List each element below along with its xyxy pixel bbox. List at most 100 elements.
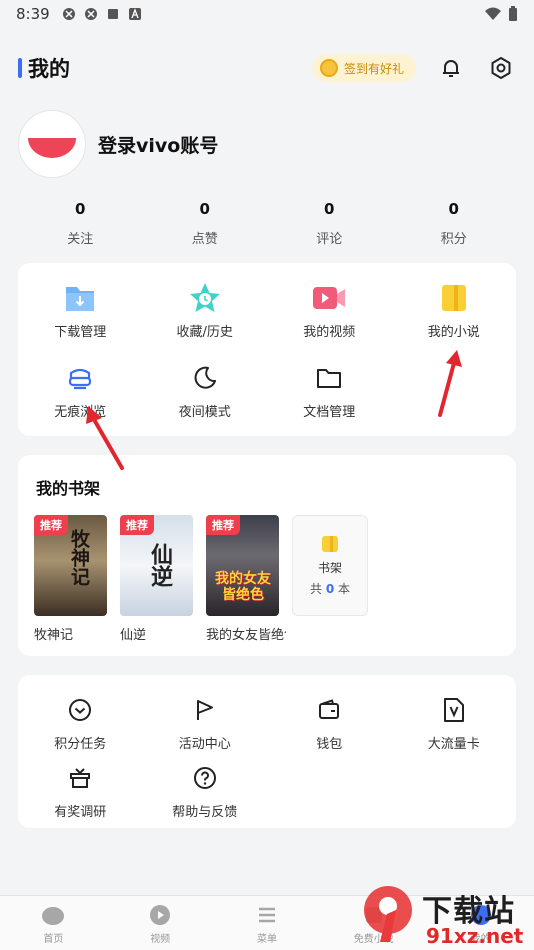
- stat-points[interactable]: 0 积分: [392, 200, 517, 247]
- stat-value: 0: [324, 200, 335, 218]
- download-folder-icon: [63, 281, 97, 315]
- book-item[interactable]: 推荐 仙逆 仙逆: [120, 515, 193, 643]
- book-item[interactable]: 推荐 我的女友皆绝色 我的女友皆绝色: [206, 515, 286, 643]
- book-cover[interactable]: 推荐 我的女友皆绝色: [206, 515, 279, 616]
- book-title: 仙逆: [120, 628, 147, 643]
- coin-icon: [319, 59, 338, 77]
- tool-label: 我的小说: [427, 325, 480, 340]
- gear-icon: [491, 57, 511, 79]
- tool-label: 收藏/历史: [176, 325, 233, 340]
- tool-label: 我的视频: [303, 325, 356, 340]
- book-cover[interactable]: 推荐 牧神记: [34, 515, 107, 616]
- stat-comments[interactable]: 0 评论: [267, 200, 392, 247]
- book-title: 牧神记: [34, 628, 74, 643]
- count-prefix: 共: [309, 581, 322, 596]
- annotation-arrow: [86, 406, 124, 470]
- stat-label: 点赞: [191, 232, 218, 247]
- stat-value: 0: [199, 200, 210, 218]
- notification-a-icon: [128, 8, 141, 20]
- cover-title: 牧神记: [68, 529, 90, 586]
- recommend-tag: 推荐: [34, 515, 68, 535]
- star-history-icon: [188, 281, 222, 315]
- checkin-button[interactable]: 签到有好礼: [311, 54, 416, 82]
- stat-label: 评论: [316, 232, 343, 247]
- watermark-number: 9: [378, 886, 379, 887]
- avatar[interactable]: [18, 110, 86, 178]
- tool-my-videos[interactable]: 我的视频: [267, 281, 392, 361]
- services-card: 积分任务 活动中心 钱包 大流量卡 有奖调研 帮助与反馈: [18, 675, 516, 828]
- bell-icon: [443, 60, 459, 77]
- site-watermark: 9 下载站 91xz.net: [360, 880, 534, 950]
- nav-menu[interactable]: 菜单: [214, 896, 321, 950]
- watermark-logo-icon: [364, 886, 412, 942]
- tool-night-mode[interactable]: 夜间模式: [143, 361, 268, 431]
- gift-icon: [63, 761, 97, 795]
- incognito-icon: [63, 361, 97, 395]
- stat-value: 0: [75, 200, 86, 218]
- login-label[interactable]: 登录vivo账号: [98, 131, 218, 158]
- nav-label: 视频: [150, 934, 171, 945]
- count-value: 0: [325, 581, 335, 596]
- nav-label: 首页: [43, 934, 64, 945]
- title-accent-bar: [18, 58, 22, 78]
- watermark-domain: 91xz.net: [426, 924, 524, 948]
- service-survey[interactable]: 有奖调研: [18, 761, 143, 821]
- book-cover[interactable]: 推荐 仙逆: [120, 515, 193, 616]
- service-help-feedback[interactable]: 帮助与反馈: [143, 761, 268, 821]
- moon-icon: [188, 361, 222, 395]
- service-points-tasks[interactable]: 积分任务: [18, 693, 143, 761]
- service-label: 大流量卡: [427, 737, 480, 752]
- settings-button[interactable]: [486, 53, 516, 83]
- page-title: 我的: [28, 57, 70, 81]
- sim-card-icon: [437, 693, 471, 727]
- tool-download-manager[interactable]: 下载管理: [18, 281, 143, 361]
- service-label: 积分任务: [54, 737, 107, 752]
- check-circle-icon: [63, 693, 97, 727]
- recommend-tag: 推荐: [206, 515, 240, 535]
- bookshelf-count: 共 0 本: [310, 580, 350, 597]
- profile-row[interactable]: 登录vivo账号: [18, 110, 218, 178]
- tool-document-manager[interactable]: 文档管理: [267, 361, 392, 431]
- service-data-card[interactable]: 大流量卡: [392, 693, 517, 761]
- service-label: 有奖调研: [54, 805, 107, 820]
- bookshelf-title: 我的书架: [36, 479, 101, 498]
- notification-square-icon: [107, 9, 118, 19]
- nav-label: 菜单: [256, 934, 277, 945]
- tool-label: 下载管理: [54, 325, 107, 340]
- wifi-icon: [485, 7, 501, 20]
- flag-icon: [188, 693, 222, 727]
- book-list: 推荐 牧神记 牧神记 推荐 仙逆 仙逆 推荐 我的女友皆绝色 我的女友皆绝色 书…: [34, 515, 368, 643]
- video-icon: [312, 281, 346, 315]
- cover-title: 仙逆: [147, 543, 173, 587]
- nav-video[interactable]: 视频: [107, 896, 214, 950]
- menu-icon: [258, 907, 275, 923]
- book-item[interactable]: 推荐 牧神记 牧神记: [34, 515, 107, 643]
- bookshelf-icon: [322, 535, 338, 552]
- header: 我的 签到有好礼: [0, 48, 534, 88]
- stat-value: 0: [448, 200, 459, 218]
- count-suffix: 本: [338, 581, 351, 596]
- stat-label: 积分: [440, 232, 467, 247]
- annotation-arrow: [438, 350, 462, 417]
- service-wallet[interactable]: 钱包: [267, 693, 392, 761]
- notification-app-icon: [84, 8, 97, 20]
- nav-home[interactable]: 首页: [0, 896, 107, 950]
- cover-title: 我的女友皆绝色: [215, 571, 271, 603]
- help-icon: [188, 761, 222, 795]
- notification-bell-button[interactable]: [436, 53, 466, 83]
- bookshelf-label: 书架: [317, 560, 342, 575]
- stat-likes[interactable]: 0 点赞: [143, 200, 268, 247]
- service-label: 帮助与反馈: [172, 805, 238, 820]
- tool-label: 夜间模式: [178, 405, 231, 420]
- service-activity-center[interactable]: 活动中心: [143, 693, 268, 761]
- bookshelf-card: 我的书架 推荐 牧神记 牧神记 推荐 仙逆 仙逆 推荐 我的女友皆绝色 我的女友…: [18, 455, 516, 656]
- play-icon: [150, 905, 171, 925]
- checkin-label: 签到有好礼: [343, 61, 404, 76]
- tool-favorites-history[interactable]: 收藏/历史: [143, 281, 268, 361]
- wallet-icon: [312, 693, 346, 727]
- book-title: 我的女友皆绝色: [206, 628, 286, 643]
- home-icon: [42, 907, 65, 925]
- stat-follow[interactable]: 0 关注: [18, 200, 143, 247]
- tool-label: 文档管理: [303, 405, 356, 420]
- bookshelf-entry[interactable]: 书架 共 0 本: [292, 515, 368, 616]
